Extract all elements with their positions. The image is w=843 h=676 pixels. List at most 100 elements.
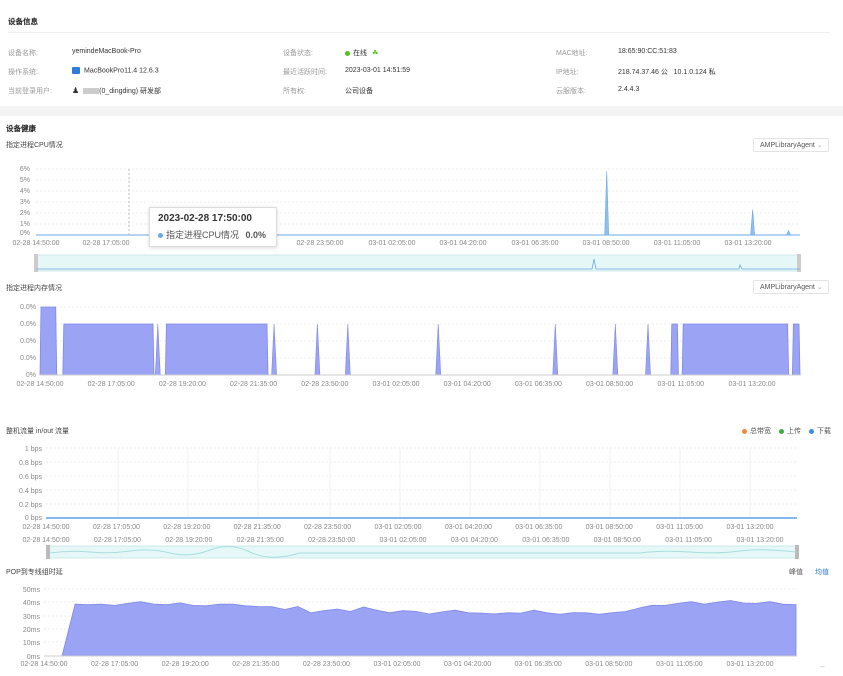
pop-toggle: 峰值 均值 [789, 567, 829, 577]
pop-y-axis: 0ms 10ms 20ms 30ms 40ms 50ms [23, 587, 41, 661]
x-tick-label: 03-01 02:05:00 [372, 381, 419, 388]
cpu-ytick: 5% [20, 177, 30, 184]
cpu-chart: 0% 1% 2% 3% 4% 5% 6% 02-28 14:50:00 02-28… [12, 166, 801, 272]
cpu-ytick: 0% [20, 230, 30, 237]
x-tick-label: 02-28 19:20:00 [163, 524, 210, 531]
mem-spike [612, 323, 619, 376]
online-dot-icon [345, 50, 350, 56]
pop-ytick: 20ms [23, 627, 41, 634]
legend-dot-icon [809, 428, 814, 434]
section-gap [0, 106, 843, 116]
mem-spike [344, 323, 351, 376]
x-tick-label: 02-28 23:50:00 [308, 537, 355, 544]
x-tick-label: 03-01 08:50:00 [582, 240, 629, 247]
cpu-ytick: 4% [20, 188, 30, 195]
x-tick-label: 03-01 06:35:00 [511, 240, 558, 247]
mac-address-label: MAC地址: [556, 50, 588, 57]
mem-block [39, 306, 58, 376]
mac-os-icon [72, 67, 80, 74]
cloud-version-value: 2.4.4.3 [618, 86, 640, 93]
mem-ytick: 0.0% [20, 304, 36, 311]
flow-y-axis: 0 bps 0.2 bps 0.4 bps 0.6 bps 0.8 bps 1 … [19, 446, 42, 522]
x-tick-label: 03-01 08:50:00 [586, 381, 633, 388]
mem-select-value: AMPLibraryAgent [760, 284, 815, 291]
ownership-value: 公司设备 [345, 88, 373, 95]
x-tick-label: 02-28 14:50:00 [22, 524, 69, 531]
flow-chart-title: 整机流量 in/out 流量 [6, 428, 70, 435]
legend-label: 下载 [817, 428, 831, 435]
flow-ytick: 0.2 bps [19, 502, 42, 509]
x-tick-label: 02-28 21:35:00 [232, 661, 279, 668]
x-tick-label: 03-01 11:05:00 [658, 381, 705, 388]
ip-label: IP地址: [556, 69, 579, 76]
legend-download[interactable]: 下载 [809, 426, 831, 436]
mem-spike [271, 323, 277, 376]
pop-ytick: 40ms [23, 600, 41, 607]
legend-label: 上传 [787, 428, 801, 435]
x-tick-label: 02-28 21:35:00 [237, 537, 284, 544]
x-tick-label: 03-01 13:20:00 [724, 240, 771, 247]
x-tick-label: 02-28 23:50:00 [303, 661, 350, 668]
cpu-spike [786, 229, 792, 236]
user-avatar-redacted [83, 88, 100, 95]
user-text: (0_dingding) 研发部 [99, 88, 162, 95]
x-tick-label: 02-28 17:05:00 [88, 381, 135, 388]
x-tick-label: 02-28 23:50:00 [304, 524, 351, 531]
x-tick-label: 02-28 14:50:00 [20, 661, 67, 668]
cpu-spike [604, 171, 610, 236]
mem-chart-title: 指定进程内存情况 [6, 285, 62, 292]
flow-ytick: 0.4 bps [19, 488, 42, 495]
x-tick-label: 03-01 04:20:00 [445, 524, 492, 531]
toggle-average-button[interactable]: 均值 [815, 569, 829, 576]
x-tick-label: 03-01 08:50:00 [594, 537, 641, 544]
os-value: MacBookPro11.4 12.6.3 [72, 67, 159, 74]
x-tick-label: 03-01 02:05:00 [374, 524, 421, 531]
cpu-ytick: 6% [20, 166, 30, 173]
x-tick-label: 03-01 11:05:00 [656, 524, 703, 531]
legend-upload[interactable]: 上传 [779, 426, 801, 436]
device-status-label: 设备状态: [283, 50, 313, 57]
mac-address-value: 18:65:90:CC:51:83 [618, 48, 677, 55]
flow-x-axis: 02-28 14:50:00 02-28 17:05:00 02-28 19:20:… [22, 524, 773, 531]
toggle-peak-button[interactable]: 峰值 [789, 569, 803, 576]
flow-zoom-handle-left[interactable] [46, 545, 50, 559]
mem-ytick: 0.0% [20, 355, 36, 362]
x-tick-label: 03-01 02:05:00 [379, 537, 426, 544]
flow-ytick: 0.6 bps [19, 474, 42, 481]
x-tick-label: 03-01 08:50:00 [586, 524, 633, 531]
health-title: 设备健康 [6, 124, 36, 133]
login-user-label: 当前登录用户: [8, 88, 52, 95]
cpu-tooltip: 2023-02-28 17:50:00 指定进程CPU情况 0.0% [149, 207, 277, 247]
cpu-y-axis: 0% 1% 2% 3% 4% 5% 6% [20, 166, 30, 237]
mem-y-axis: 0% 0.0% 0.0% 0.0% 0.0% [20, 304, 36, 379]
legend-label: 总带宽 [750, 428, 771, 435]
mem-spike [435, 323, 442, 376]
legend-total-bandwidth[interactable]: 总带宽 [742, 426, 771, 436]
status-text: 在线 [353, 50, 367, 57]
pop-ytick: 30ms [23, 614, 41, 621]
mem-process-select[interactable]: AMPLibraryAgent ⌄ [753, 280, 829, 294]
x-tick-label: 03-01 04:20:00 [439, 240, 486, 247]
x-tick-label: 03-01 06:35:00 [515, 524, 562, 531]
cpu-process-select[interactable]: AMPLibraryAgent ⌄ [753, 138, 829, 152]
ownership-label: 所有权: [283, 88, 306, 95]
x-tick-label: 03-01 11:05:00 [656, 661, 703, 668]
x-tick-label: 02-28 17:05:00 [93, 524, 140, 531]
os-label: 操作系统: [8, 69, 38, 76]
cpu-spikes [604, 171, 792, 236]
os-text: MacBookPro11.4 12.6.3 [84, 67, 159, 75]
login-user-value: ♟ (0_dingding) 研发部 [72, 86, 161, 96]
tooltip-value: 0.0% [245, 230, 267, 240]
x-tick-label: 03-01 11:05:00 [654, 240, 701, 247]
legend-dot-icon [742, 428, 747, 434]
cpu-select-value: AMPLibraryAgent [760, 142, 815, 149]
last-active-value: 2023-03-01 14:51:59 [345, 67, 410, 74]
x-tick-label: 02-28 17:05:00 [94, 537, 141, 544]
pop-ytick: 50ms [23, 587, 41, 594]
tooltip-series-dot-icon [158, 233, 163, 239]
x-tick-label: 02-28 14:50:00 [12, 240, 59, 247]
cpu-ytick: 3% [20, 199, 30, 206]
divider [8, 32, 830, 33]
legend-dot-icon [779, 428, 784, 434]
x-tick-label: 02-28 23:50:00 [301, 381, 348, 388]
